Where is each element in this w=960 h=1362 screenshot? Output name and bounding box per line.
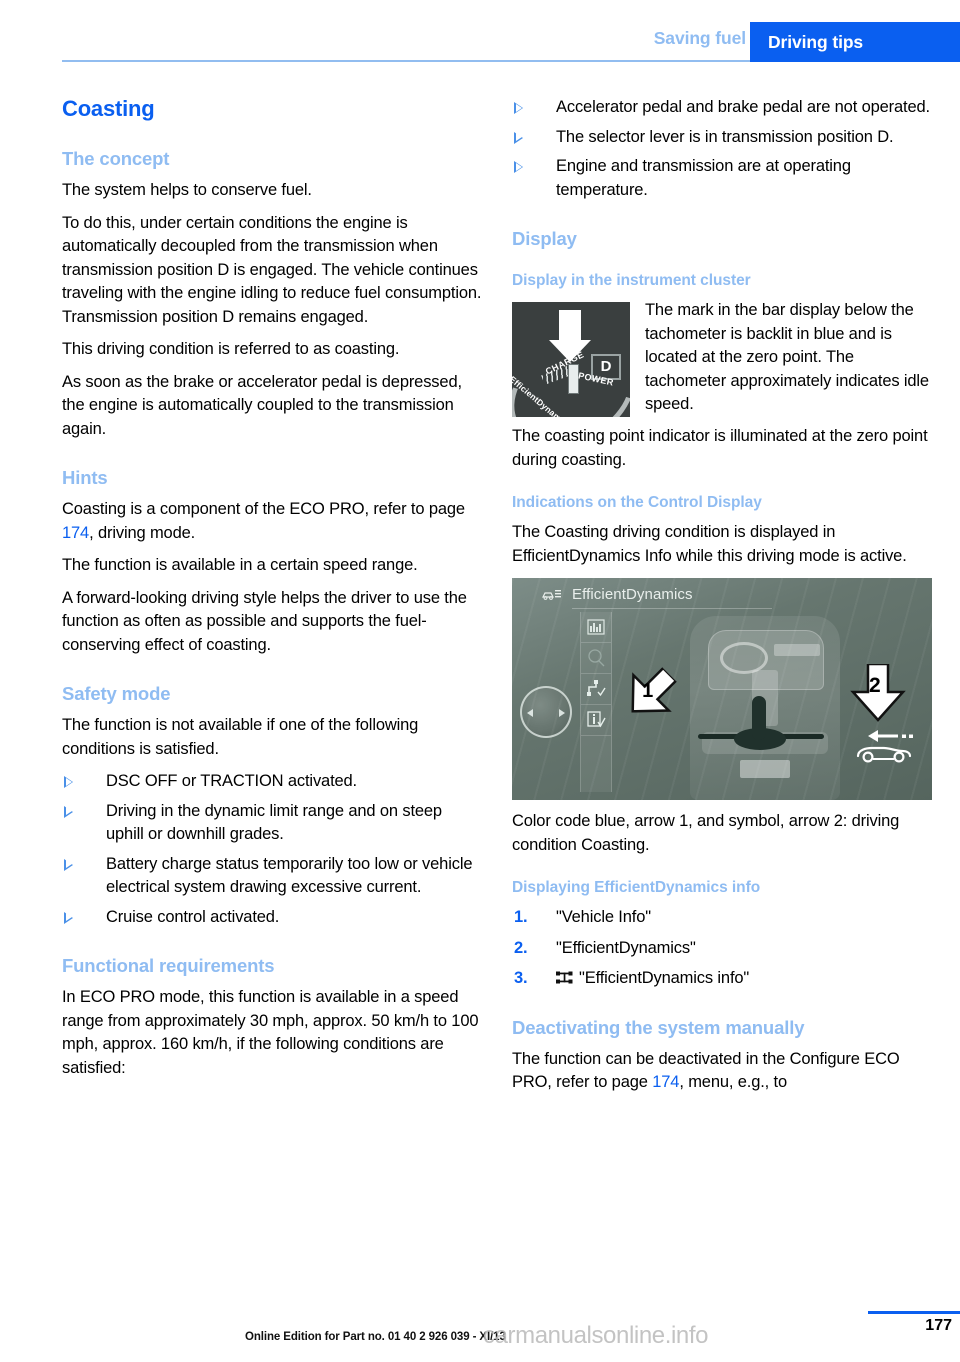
right-column: Accelerator pedal and brake pedal are no… xyxy=(512,96,932,1095)
paragraph: The Coasting driving condition is displa… xyxy=(512,523,907,565)
triangle-bullet-icon xyxy=(64,776,73,788)
left-column: Coasting The concept The system helps to… xyxy=(62,96,482,1080)
list-item: Cruise control activated. xyxy=(62,906,482,930)
ref-text-after: , menu, e.g., to xyxy=(679,1073,787,1091)
menu-item-bar-chart[interactable] xyxy=(581,612,611,643)
menu-item-magnifier[interactable] xyxy=(581,643,611,674)
list-item: Accelerator pedal and brake pedal are no… xyxy=(512,96,932,120)
step-number: 1. xyxy=(514,908,528,926)
header-chapter-label: Saving fuel xyxy=(653,28,746,48)
list-item: 2. "EfficientDynamics" xyxy=(512,937,932,961)
dashboard-shape xyxy=(774,644,820,656)
list-item-label: DSC OFF or TRACTION activated. xyxy=(106,772,357,790)
page-number: 177 xyxy=(925,1317,952,1334)
page-reference-link[interactable]: 174 xyxy=(652,1073,679,1091)
menu-item-route-check[interactable] xyxy=(581,674,611,705)
instrument-cluster-image: D CHARGE POWER EfficientDynamics xyxy=(512,302,630,417)
ref-text-after: , driving mode. xyxy=(89,523,196,542)
callout-arrow-2: 2 xyxy=(850,664,906,726)
paragraph: The function is not available if one of … xyxy=(62,716,419,758)
callout-arrow-2-label: 2 xyxy=(869,674,881,697)
header-section-tab-label: Driving tips xyxy=(768,32,864,52)
list-item: The selector lever is in transmission po… xyxy=(512,126,932,150)
step-label[interactable]: "EfficientDynamics info" xyxy=(579,969,749,987)
paragraph: As soon as the brake or accelerator peda… xyxy=(62,372,462,438)
callout-arrow-1-label: 1 xyxy=(642,680,654,703)
list-item-label: The selector lever is in transmission po… xyxy=(556,127,894,146)
section-heading-safety-mode: Safety mode xyxy=(62,683,171,704)
vehicle-axle-icon xyxy=(556,969,573,984)
step-label[interactable]: "Vehicle Info" xyxy=(556,908,651,926)
screen-title-divider xyxy=(572,608,772,609)
down-arrow-icon xyxy=(549,310,591,362)
list-item: 1. "Vehicle Info" xyxy=(512,906,932,930)
list-item: Battery charge status temporarily too lo… xyxy=(62,853,482,900)
triangle-bullet-icon xyxy=(514,161,523,173)
paragraph-with-page-reference: Coasting is a component of the ECO PRO, … xyxy=(62,498,482,545)
screen-title: EfficientDynamics xyxy=(572,586,693,603)
vehicle-header-icon xyxy=(542,588,562,601)
list-item: Engine and transmission are at operating… xyxy=(512,155,932,202)
paragraph: To do this, under certain conditions the… xyxy=(62,213,482,326)
menu-item-info-check[interactable] xyxy=(581,705,611,736)
paragraph: The system helps to conserve fuel. xyxy=(62,181,312,199)
list-item-label: Accelerator pedal and brake pedal are no… xyxy=(556,98,930,116)
triangle-bullet-icon xyxy=(64,805,73,818)
paragraph: This driving condition is referred to as… xyxy=(62,340,400,358)
page-header: Saving fuel Driving tips xyxy=(0,0,960,62)
triangle-bullet-icon xyxy=(514,131,523,144)
section-heading-deactivating: Deactivating the system manually xyxy=(512,1016,805,1038)
list-item-label: Cruise control activated. xyxy=(106,907,280,926)
page-reference-link[interactable]: 174 xyxy=(62,524,89,542)
paragraph: The function is available in a certain s… xyxy=(62,556,418,574)
list-item: Driving in the dynamic limit range and o… xyxy=(62,800,482,847)
instrument-cluster-figure: D CHARGE POWER EfficientDynamics The mar… xyxy=(512,299,932,417)
subsection-heading-instrument-cluster: Display in the instrument cluster xyxy=(512,272,751,289)
subsection-heading-displaying-info: Displaying EfficientDynamics info xyxy=(512,879,761,896)
paragraph: A forward-looking driving style helps th… xyxy=(62,588,467,654)
subsection-heading-control-display: Indications on the Control Display xyxy=(512,494,762,511)
step-number: 2. xyxy=(514,938,528,957)
list-item-label: Driving in the dynamic limit range and o… xyxy=(106,801,442,844)
footer-divider xyxy=(868,1311,960,1314)
rotary-controller-icon[interactable] xyxy=(520,686,572,738)
section-heading-display: Display xyxy=(512,228,577,249)
safety-mode-condition-list: DSC OFF or TRACTION activated. Driving i… xyxy=(62,770,482,929)
license-plate-shape xyxy=(740,760,790,778)
paragraph: In ECO PRO mode, this function is availa… xyxy=(62,988,479,1077)
header-section-tab: Driving tips xyxy=(750,22,960,62)
control-display-image: EfficientDynamics 1 2 xyxy=(512,578,932,800)
figure-caption: Color code blue, arrow 1, and symbol, ar… xyxy=(512,812,900,854)
footer-edition-note: Online Edition for Part no. 01 40 2 926 … xyxy=(245,1331,506,1343)
section-heading-hints: Hints xyxy=(62,467,108,488)
functional-requirements-list: Accelerator pedal and brake pedal are no… xyxy=(512,96,932,202)
list-item: 3. "EfficientDynamics info" xyxy=(512,967,932,991)
paragraph-with-page-reference: The function can be deactivated in the C… xyxy=(512,1048,932,1095)
screen-menu-bar xyxy=(580,612,612,792)
displaying-info-steps: 1. "Vehicle Info" 2. "EfficientDynamics"… xyxy=(512,906,932,991)
list-item-label: Battery charge status temporarily too lo… xyxy=(106,854,473,897)
ref-text-before: Coasting is a component of the ECO PRO, … xyxy=(62,500,465,518)
triangle-bullet-icon xyxy=(64,858,73,871)
list-item-label: Engine and transmission are at operating… xyxy=(556,157,851,199)
paragraph: The coasting point indicator is illumina… xyxy=(512,427,928,469)
section-heading-functional-requirements: Functional requirements xyxy=(62,955,275,976)
triangle-bullet-icon xyxy=(514,102,523,114)
shifter-lever-shape xyxy=(752,696,766,740)
step-number: 3. xyxy=(514,969,528,987)
watermark: carmanualsonline.info xyxy=(483,1322,709,1349)
page-title: Coasting xyxy=(62,96,155,121)
step-label[interactable]: "EfficientDynamics" xyxy=(556,939,696,957)
list-item: DSC OFF or TRACTION activated. xyxy=(62,770,482,794)
triangle-bullet-icon xyxy=(64,911,73,924)
section-heading-the-concept: The concept xyxy=(62,148,170,169)
coasting-symbol-icon xyxy=(854,726,916,768)
